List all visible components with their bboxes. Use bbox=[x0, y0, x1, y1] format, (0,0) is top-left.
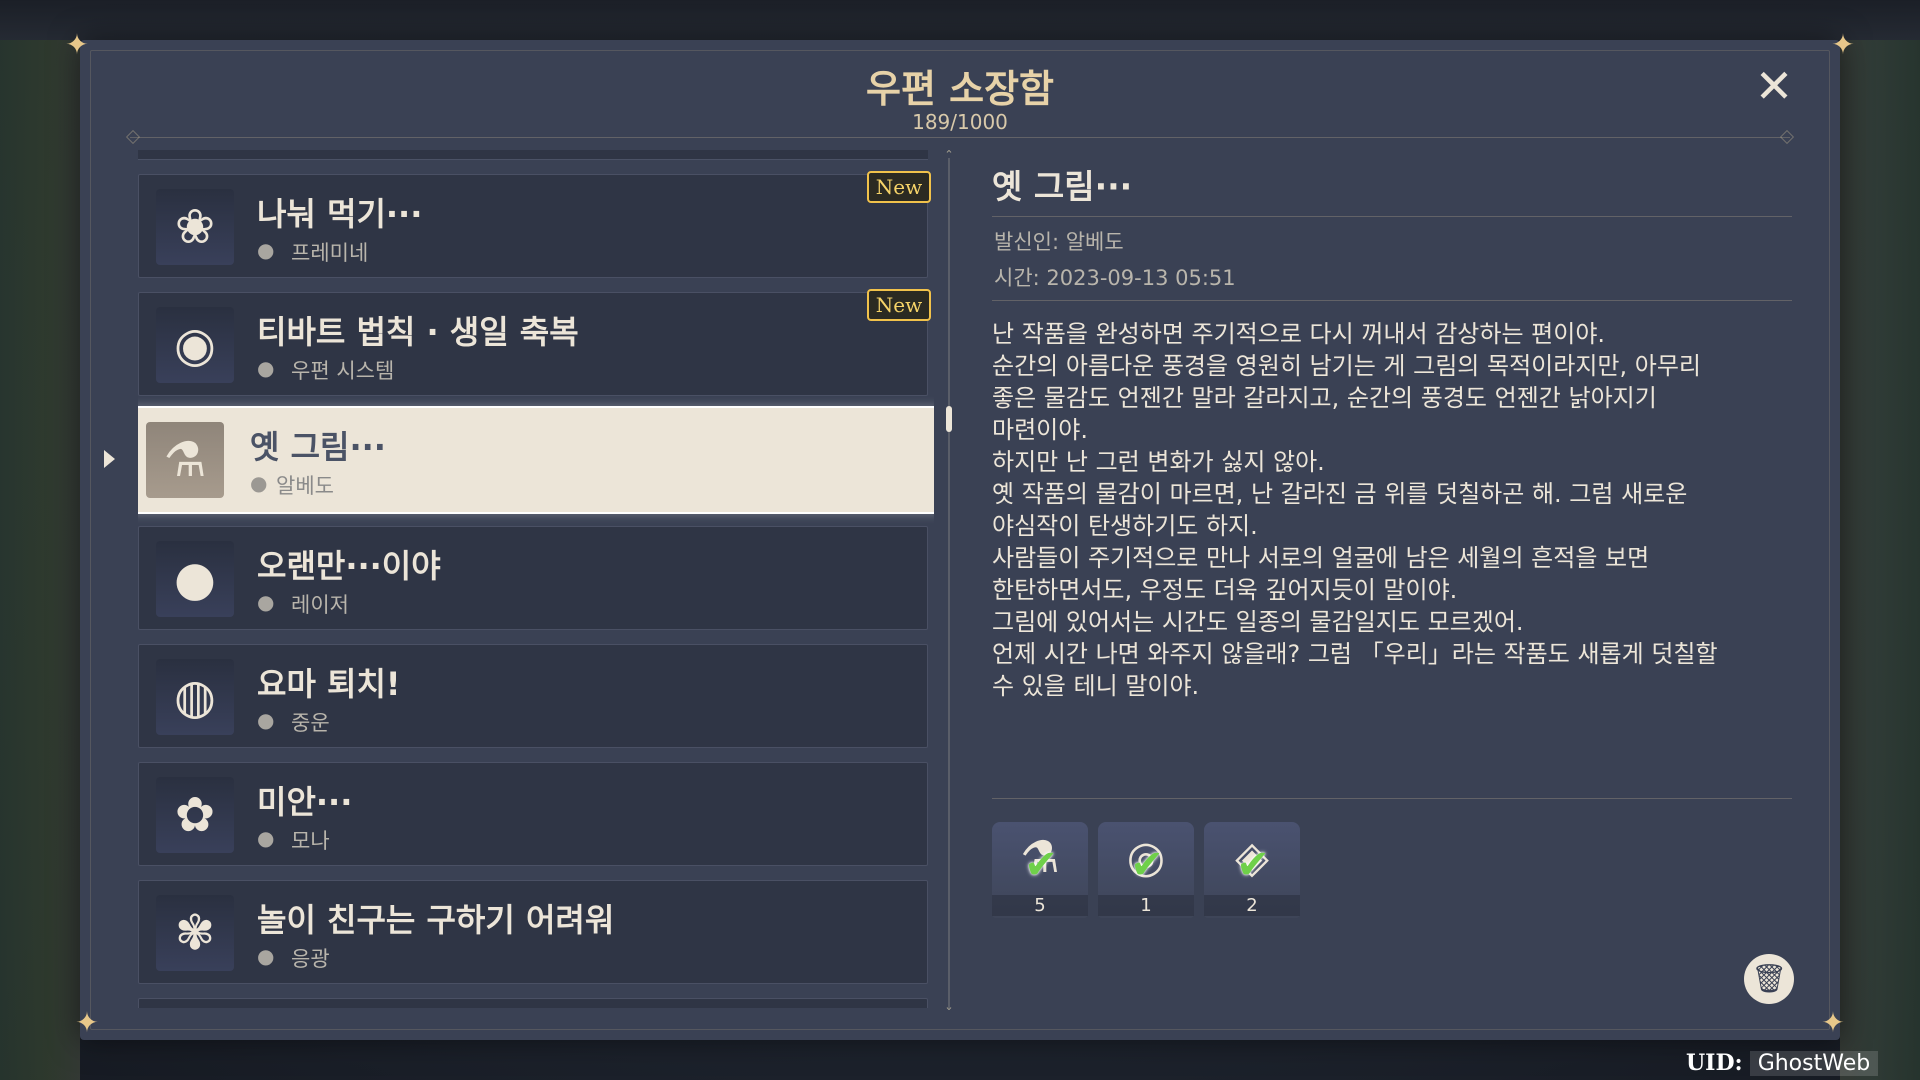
mail-body: 난 작품을 완성하면 주기적으로 다시 꺼내서 감상하는 편이야. 순간의 아름… bbox=[992, 318, 1792, 702]
mail-sender: 중운 bbox=[291, 711, 330, 735]
lotus-icon: ✿ bbox=[156, 777, 234, 853]
mail-list[interactable]: ❀ 나눠 먹기··· ● 프레미네 New ◉ 티바트 법칙 · 생일 축복 ●… bbox=[138, 158, 934, 1008]
new-badge: New bbox=[867, 289, 931, 321]
mail-item[interactable]: ❀ 나눠 먹기··· ● 프레미네 New bbox=[138, 171, 931, 278]
detail-divider bbox=[992, 216, 1792, 217]
game-background-right bbox=[1840, 40, 1920, 1080]
game-background-left bbox=[0, 40, 80, 1080]
body-line: 순간의 아름다운 풍경을 영원히 남기는 게 그림의 목적이라지만, 아무리 bbox=[992, 352, 1701, 380]
orb-icon: ◍ bbox=[156, 659, 234, 735]
mail-sender: 프레미네 bbox=[291, 241, 369, 265]
body-line: 좋은 물감도 언젠간 말라 갈라지고, 순간의 풍경도 언젠간 낡아지기 bbox=[992, 384, 1657, 412]
mail-title: 오랜만···이야 bbox=[257, 547, 441, 585]
mail-title: 놀이 친구는 구하기 어려워 bbox=[257, 901, 615, 939]
sender-icon: ● bbox=[257, 708, 275, 732]
mail-sender: 레이저 bbox=[291, 593, 349, 617]
body-line: 하지만 난 그런 변화가 싫지 않아. bbox=[992, 448, 1325, 476]
body-line: 야심작이 탄생하기도 하지. bbox=[992, 512, 1258, 540]
attachment-count: 1 bbox=[1098, 895, 1194, 916]
sender-icon: ● bbox=[257, 590, 275, 614]
mail-item[interactable]: ● 오랜만···이야 ● 레이저 bbox=[138, 526, 928, 630]
claimed-check-icon: ✔ bbox=[1236, 842, 1270, 888]
mail-title: 미안··· bbox=[257, 783, 353, 821]
body-line: 난 작품을 완성하면 주기적으로 다시 꺼내서 감상하는 편이야. bbox=[992, 320, 1606, 348]
mail-item[interactable] bbox=[138, 998, 928, 1008]
mail-title: 티바트 법칙 · 생일 축복 bbox=[257, 313, 579, 351]
corner-ornament-icon: ✦ bbox=[65, 28, 89, 61]
scrollbar-track[interactable] bbox=[948, 158, 950, 1008]
corner-ornament-icon: ✦ bbox=[1831, 28, 1855, 61]
window-title: 우편 소장함 bbox=[865, 67, 1055, 111]
scroll-up-icon[interactable]: ⌃ bbox=[943, 148, 955, 161]
body-line: 수 있을 테니 말이야. bbox=[992, 672, 1200, 700]
attachment-count: 2 bbox=[1204, 895, 1300, 916]
selection-arrow-icon bbox=[104, 450, 115, 468]
glaze-lily-icon: ✾ bbox=[156, 895, 234, 971]
sender-icon: ● bbox=[250, 471, 268, 495]
detail-sender: 발신인: 알베도 bbox=[994, 230, 1124, 254]
attachments-divider bbox=[992, 798, 1792, 799]
sender-icon: ● bbox=[257, 238, 275, 262]
mail-title: 옛 그림··· bbox=[250, 428, 386, 466]
detail-time: 시간: 2023-09-13 05:51 bbox=[994, 266, 1236, 290]
mail-detail-title: 옛 그림··· bbox=[992, 167, 1133, 206]
mail-sender: 우편 시스템 bbox=[291, 359, 395, 383]
mail-item[interactable]: ✾ 놀이 친구는 구하기 어려워 ● 응광 bbox=[138, 880, 928, 984]
attachment-item[interactable]: ◎ ✔ 1 bbox=[1098, 822, 1194, 918]
detail-divider bbox=[992, 300, 1792, 301]
new-badge: New bbox=[867, 171, 931, 203]
header-divider bbox=[125, 129, 1795, 145]
delete-mail-button[interactable]: 🗑 bbox=[1744, 954, 1794, 1004]
sender-icon: ● bbox=[257, 944, 275, 968]
mail-title: 나눠 먹기··· bbox=[257, 195, 423, 233]
flower-icon: ❀ bbox=[156, 189, 234, 265]
scroll-down-icon[interactable]: ⌄ bbox=[943, 1000, 955, 1013]
cake-icon: ◉ bbox=[156, 307, 234, 383]
claimed-check-icon: ✔ bbox=[1024, 842, 1058, 888]
body-line: 사람들이 주기적으로 만나 서로의 얼굴에 남은 세월의 흔적을 보면 bbox=[992, 544, 1650, 572]
mail-title: 요마 퇴치! bbox=[257, 665, 401, 703]
body-line: 언제 시간 나면 와주지 않을래? 그럼 「우리」라는 작품도 새롭게 덧칠할 bbox=[992, 640, 1718, 668]
game-background-top bbox=[0, 0, 1920, 40]
berry-icon: ● bbox=[156, 541, 234, 617]
body-line: 마련이야. bbox=[992, 416, 1088, 444]
sender-icon: ● bbox=[257, 356, 275, 380]
body-line: 한탄하면서도, 우정도 더욱 깊어지듯이 말이야. bbox=[992, 576, 1458, 604]
potion-icon: ⚗ bbox=[146, 422, 224, 498]
mail-sender: 모나 bbox=[291, 829, 330, 853]
attachment-item[interactable]: ⚗ ✔ 5 bbox=[992, 822, 1088, 918]
mail-count: 189/1000 bbox=[912, 110, 1008, 134]
claimed-check-icon: ✔ bbox=[1130, 842, 1164, 888]
mail-sender: 알베도 bbox=[276, 474, 334, 498]
close-icon[interactable]: ✕ bbox=[1752, 63, 1796, 110]
attachment-item[interactable]: ◈ ✔ 2 bbox=[1204, 822, 1300, 918]
mail-sender: 응광 bbox=[291, 947, 330, 971]
attachment-count: 5 bbox=[992, 895, 1088, 916]
corner-ornament-icon: ✦ bbox=[1821, 1006, 1845, 1039]
corner-ornament-icon: ✦ bbox=[75, 1006, 99, 1039]
uid-label: UID: bbox=[1686, 1050, 1743, 1076]
body-line: 그림에 있어서는 시간도 일종의 물감일지도 모르겠어. bbox=[992, 608, 1524, 636]
mail-item[interactable]: ✿ 미안··· ● 모나 bbox=[138, 762, 928, 866]
mail-item[interactable]: ◉ 티바트 법칙 · 생일 축복 ● 우편 시스템 New bbox=[138, 289, 931, 396]
body-line: 옛 작품의 물감이 마르면, 난 갈라진 금 위를 덧칠하곤 해. 그럼 새로운 bbox=[992, 480, 1688, 508]
trash-icon: 🗑 bbox=[1751, 962, 1787, 995]
uid-display: UID: GhostWeb bbox=[1686, 1050, 1879, 1076]
mail-item[interactable]: ◍ 요마 퇴치! ● 중운 bbox=[138, 644, 928, 748]
sender-icon: ● bbox=[257, 826, 275, 850]
uid-value: GhostWeb bbox=[1749, 1051, 1879, 1076]
mail-item-selected[interactable]: ⚗ 옛 그림··· ● 알베도 bbox=[138, 406, 934, 514]
scrollbar-thumb[interactable] bbox=[946, 406, 952, 432]
